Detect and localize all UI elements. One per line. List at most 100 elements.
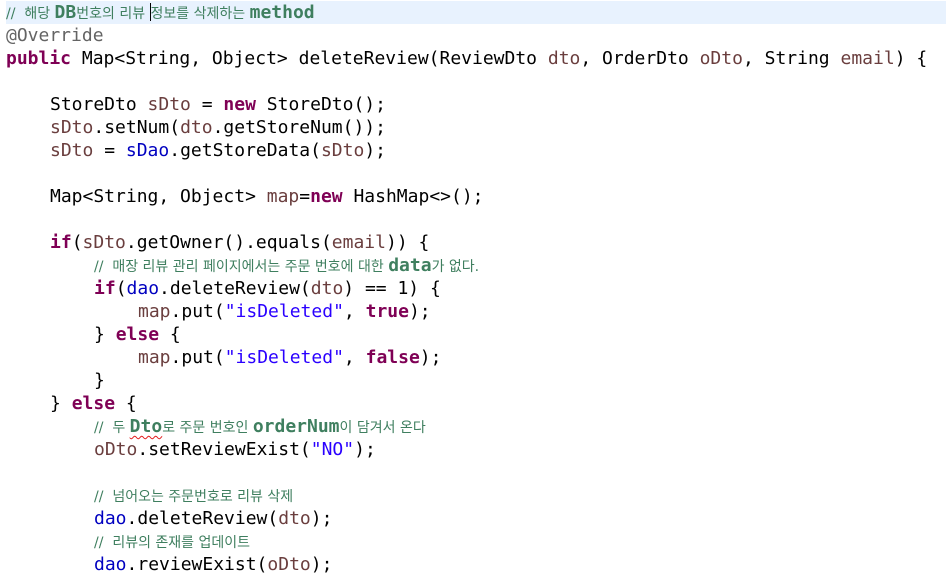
parameter-token: dto [180, 117, 213, 138]
code-text: .reviewExist( [126, 554, 268, 575]
code-line[interactable]: map.put("isDeleted", false); [6, 346, 946, 369]
code-text: ); [310, 554, 333, 575]
code-text: .setReviewExist( [137, 439, 311, 460]
keyword-token: false [365, 347, 420, 368]
comment-text: // 매장 리뷰 관리 페이지에서는 주문 번호에 대한 [94, 259, 389, 275]
string-literal: "isDeleted" [224, 301, 344, 322]
code-text: ); [354, 439, 376, 460]
code-line-signature[interactable]: public Map<String, Object> deleteReview(… [6, 47, 946, 70]
parameter-token: oDto [699, 48, 743, 69]
code-text: )) { [385, 232, 430, 253]
variable-token: map [138, 347, 171, 368]
spelling-warning-text: Dto [129, 416, 163, 437]
code-text: .getStoreData( [169, 140, 321, 161]
code-line-comment[interactable]: // 리뷰의 존재를 업데이트 [6, 530, 946, 553]
variable-token: sDto [147, 94, 191, 115]
code-line[interactable]: Map<String, Object> map=new HashMap<>(); [6, 185, 946, 208]
code-text: ) == 1) { [343, 278, 441, 299]
code-text: , OrderDto [580, 48, 700, 69]
code-text: .getOwner().equals( [125, 232, 332, 253]
code-line[interactable]: } else { [6, 392, 946, 415]
variable-token: sDto [82, 232, 126, 253]
field-token: sDao [125, 140, 170, 161]
annotation-token: @Override [6, 25, 104, 46]
parameter-token: email [840, 48, 895, 69]
comment-text: 정보를 삭제하는 [150, 6, 250, 22]
keyword-token: if [50, 232, 72, 253]
field-token: dao [94, 554, 127, 575]
comment-text: method [249, 2, 315, 23]
parameter-token: email [331, 232, 386, 253]
parameter-token: dto [547, 48, 581, 69]
variable-token: sDto [50, 140, 94, 161]
code-text: .getStoreNum()); [212, 117, 386, 138]
code-text: ); [364, 140, 386, 161]
comment-text: orderNum [252, 416, 340, 437]
comment-text: DB [54, 2, 77, 23]
keyword-token: public [6, 48, 72, 69]
code-line[interactable]: map.put("isDeleted", true); [6, 300, 946, 323]
keyword-token: else [115, 324, 160, 345]
code-line-comment[interactable]: // 매장 리뷰 관리 페이지에서는 주문 번호에 대한 data가 없다. [6, 254, 946, 277]
comment-text: // 넘어오는 주문번호로 리뷰 삭제 [94, 489, 294, 505]
code-text: Map<String, Object> deleteReview(ReviewD… [71, 48, 548, 69]
code-text: .deleteReview( [159, 278, 311, 299]
code-line[interactable]: sDto.setNum(dto.getStoreNum()); [6, 116, 946, 139]
code-text: StoreDto [50, 94, 148, 115]
code-text: , String [742, 48, 841, 69]
comment-text: 로 주문 번호인 [162, 420, 253, 436]
code-line[interactable]: } else { [6, 323, 946, 346]
comment-text: 가 없다. [431, 259, 480, 275]
keyword-token: true [365, 301, 409, 322]
code-text: ) { [894, 48, 928, 69]
code-line[interactable]: dao.reviewExist(oDto); [6, 553, 946, 576]
code-text: = [299, 186, 311, 207]
comment-text: data [388, 255, 432, 276]
code-text: ); [310, 508, 333, 529]
keyword-token: if [94, 278, 116, 299]
field-token: dao [94, 508, 127, 529]
code-text: } [50, 393, 72, 414]
variable-token: sDto [320, 140, 365, 161]
code-line[interactable]: if(sDto.getOwner().equals(email)) { [6, 231, 946, 254]
code-text: StoreDto(); [255, 94, 386, 115]
parameter-token: oDto [94, 439, 138, 460]
code-text: , [343, 347, 366, 368]
code-line[interactable]: dao.deleteReview(dto); [6, 507, 946, 530]
code-text: { [159, 324, 181, 345]
string-literal: "NO" [310, 439, 355, 460]
code-editor[interactable]: // 해당 DB번호의 리뷰 정보를 삭제하는 method @Override… [0, 0, 946, 578]
code-text: .put( [170, 301, 225, 322]
field-token: dao [126, 278, 160, 299]
keyword-token: else [71, 393, 116, 414]
code-text: HashMap<>(); [342, 186, 484, 207]
code-text: ); [419, 347, 442, 368]
code-text: Map<String, Object> [50, 186, 267, 207]
code-text: { [115, 393, 137, 414]
code-line[interactable]: } [6, 369, 946, 392]
comment-text: 번호의 리뷰 [76, 6, 150, 22]
code-text: = [190, 94, 224, 115]
code-text: ); [408, 301, 431, 322]
code-text: .put( [170, 347, 225, 368]
variable-token: sDto [50, 117, 94, 138]
code-line-comment-header[interactable]: // 해당 DB번호의 리뷰 정보를 삭제하는 method [6, 1, 946, 24]
code-line-annotation[interactable]: @Override [6, 24, 946, 47]
variable-token: map [266, 186, 300, 207]
comment-text: // 해당 [6, 6, 55, 22]
code-text: .setNum( [93, 117, 181, 138]
code-text: = [93, 140, 126, 161]
code-line[interactable]: if(dao.deleteReview(dto) == 1) { [6, 277, 946, 300]
keyword-token: new [223, 94, 256, 115]
code-line-comment[interactable]: // 넘어오는 주문번호로 리뷰 삭제 [6, 484, 946, 507]
comment-text: 이 담겨서 온다 [339, 420, 426, 436]
comment-text: // 두 [94, 420, 130, 436]
code-line[interactable]: sDto = sDao.getStoreData(sDto); [6, 139, 946, 162]
parameter-token: oDto [267, 554, 311, 575]
code-text: ( [115, 278, 127, 299]
code-text: ( [71, 232, 83, 253]
variable-token: map [138, 301, 171, 322]
code-line[interactable]: StoreDto sDto = new StoreDto(); [6, 93, 946, 116]
code-line[interactable]: oDto.setReviewExist("NO"); [6, 438, 946, 461]
code-line-comment[interactable]: // 두 Dto로 주문 번호인 orderNum이 담겨서 온다 [6, 415, 946, 438]
